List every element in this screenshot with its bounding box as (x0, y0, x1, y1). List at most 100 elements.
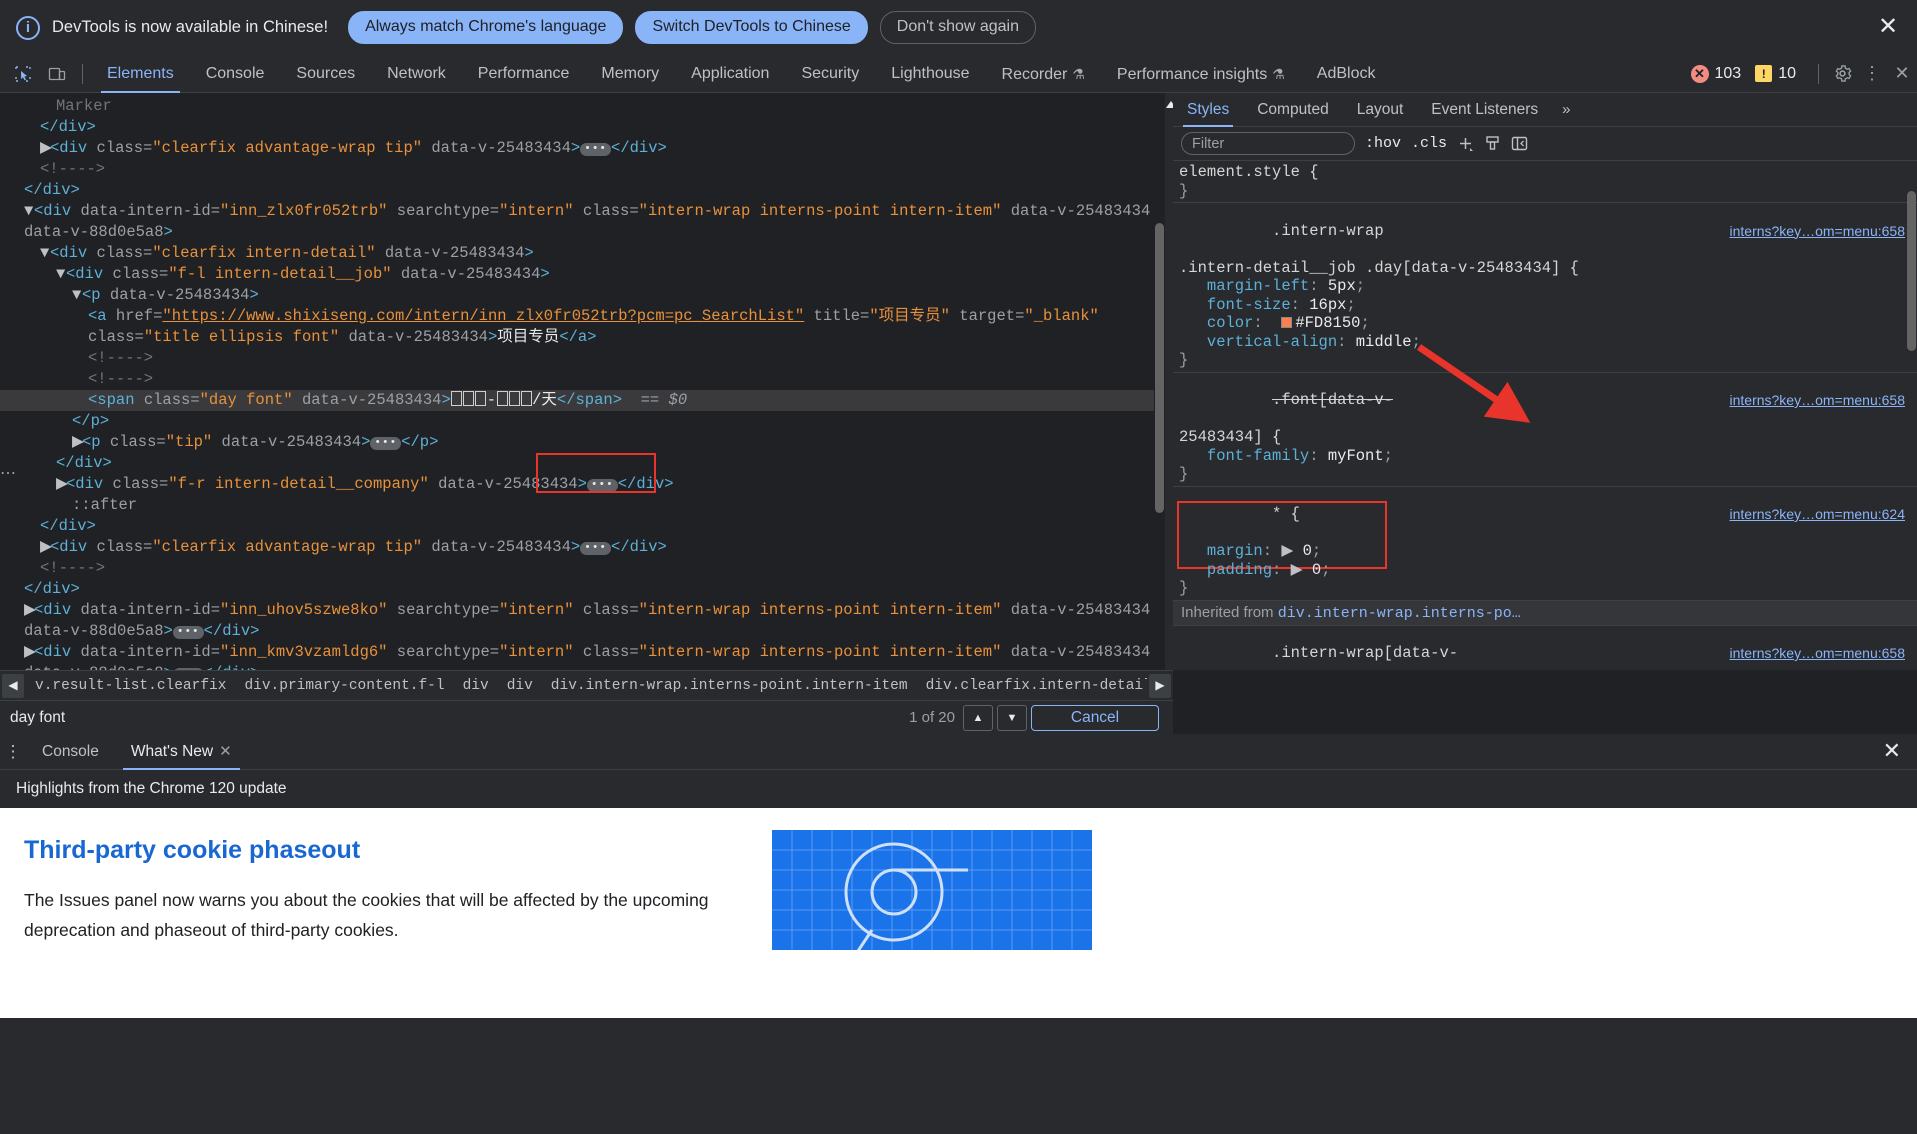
tab-console[interactable]: Console (190, 55, 281, 93)
kebab-menu-icon[interactable]: ⋮ (1857, 59, 1887, 89)
drawer-tab-whats-new[interactable]: What's New ✕ (115, 734, 248, 770)
rule-intern-wrap[interactable]: .intern-wrap[data-v-interns?key…om=menu:… (1173, 626, 1917, 671)
css-property[interactable]: margin-left (1207, 277, 1309, 295)
tab-elements[interactable]: Elements (91, 55, 190, 93)
css-value[interactable]: 16px (1309, 296, 1346, 314)
tab-performance-insights[interactable]: Performance insights ⚗ (1101, 55, 1301, 93)
tab-styles[interactable]: Styles (1173, 93, 1243, 127)
dom-node-row[interactable]: </div> (0, 516, 1165, 537)
breadcrumb-item[interactable]: v.result-list.clearfix (26, 671, 235, 700)
switch-to-chinese-button[interactable]: Switch DevTools to Chinese (635, 11, 868, 44)
tab-lighthouse[interactable]: Lighthouse (875, 55, 985, 93)
tab-recorder[interactable]: Recorder ⚗ (986, 55, 1101, 93)
dom-node-row[interactable]: ▶<p class="tip" data-v-25483434> ••• </p> (0, 432, 1165, 453)
declaration-padding[interactable]: padding: ▶ 0; (1173, 561, 1917, 580)
rule-selector[interactable]: element.style { (1173, 163, 1917, 182)
rule-selector[interactable]: * {interns?key…om=menu:624 (1173, 487, 1917, 543)
css-value[interactable]: 0 (1312, 561, 1321, 579)
rule-selector[interactable]: .intern-wrap interns?key…om=menu:658 (1173, 203, 1917, 259)
dom-node-row[interactable]: data-v-88d0e5a8> (0, 222, 1165, 243)
tab-application[interactable]: Application (675, 55, 785, 93)
dom-scrollbar[interactable] (1154, 93, 1165, 670)
dom-search-input[interactable] (0, 708, 910, 727)
tab-sources[interactable]: Sources (280, 55, 371, 93)
rule-selector[interactable]: .font[data-v-interns?key…om=menu:658 (1173, 373, 1917, 429)
dom-node-row[interactable]: ▶<div data-intern-id="inn_uhov5szwe8ko" … (0, 600, 1165, 621)
rule-selector[interactable]: .intern-wrap[data-v-interns?key…om=menu:… (1173, 626, 1917, 671)
styles-filter-input[interactable] (1181, 132, 1355, 155)
dom-node-row[interactable]: </div> (0, 117, 1165, 138)
rule-source-link[interactable]: interns?key…om=menu:624 (1730, 505, 1906, 524)
device-toolbar-icon[interactable] (40, 59, 74, 89)
close-drawer-icon[interactable]: ✕ (1883, 740, 1901, 762)
css-value[interactable]: 0 (1303, 542, 1312, 560)
tab-security[interactable]: Security (785, 55, 875, 93)
tab-event-listeners[interactable]: Event Listeners (1417, 93, 1552, 127)
color-swatch[interactable] (1281, 317, 1293, 328)
hover-state-button[interactable]: :hov (1365, 135, 1401, 152)
css-value[interactable]: 5px (1328, 277, 1356, 295)
declaration-color[interactable]: color: #FD8150; (1173, 314, 1917, 333)
tab-adblock[interactable]: AdBlock (1301, 55, 1392, 93)
dont-show-again-button[interactable]: Don't show again (879, 11, 1037, 44)
css-value[interactable]: middle (1356, 333, 1412, 351)
dom-node-row[interactable]: </div> (0, 579, 1165, 600)
declaration-font-family[interactable]: font-family: myFont; (1173, 447, 1917, 466)
dom-node-row[interactable]: <!----> (0, 348, 1165, 369)
tab-memory[interactable]: Memory (585, 55, 675, 93)
breadcrumb-prev-icon[interactable]: ◀ (2, 673, 24, 698)
tab-performance[interactable]: Performance (462, 55, 586, 93)
dom-node-row[interactable]: ::after (0, 495, 1165, 516)
close-devtools-icon[interactable]: ✕ (1887, 59, 1917, 89)
gear-icon[interactable] (1827, 59, 1857, 89)
close-tab-icon[interactable]: ✕ (219, 743, 232, 760)
dom-node-row[interactable]: ▼<div class="f-l intern-detail__job" dat… (0, 264, 1165, 285)
inspect-cursor-icon[interactable] (6, 59, 40, 89)
tab-network[interactable]: Network (371, 55, 462, 93)
declaration-font-size[interactable]: font-size: 16px; (1173, 296, 1917, 315)
breadcrumb-item[interactable]: div.intern-wrap.interns-point.intern-ite… (542, 671, 917, 700)
dom-node-row[interactable]: ▼<p data-v-25483434> (0, 285, 1165, 306)
styles-rules-list[interactable]: element.style { } .intern-wrap interns?ke… (1173, 161, 1917, 670)
dom-node-row-selected[interactable]: <span class="day font" data-v-25483434> -… (0, 390, 1165, 411)
close-notification-icon[interactable]: ✕ (1877, 14, 1899, 39)
dom-node-row[interactable]: ▼<div data-intern-id="inn_zlx0fr052trb" … (0, 201, 1165, 222)
styles-scrollbar[interactable] (1906, 161, 1917, 670)
declaration-margin-left[interactable]: margin-left: 5px; (1173, 277, 1917, 296)
paintbrush-icon[interactable] (1484, 135, 1501, 152)
dom-node-row[interactable]: <!----> (0, 558, 1165, 579)
dom-node-row[interactable]: data-v-88d0e5a8>•••</div> (0, 663, 1165, 670)
dom-node-row[interactable]: ▶<div class="f-r intern-detail__company"… (0, 474, 1165, 495)
declaration-margin[interactable]: margin: ▶ 0; (1173, 542, 1917, 561)
dom-node-row[interactable]: data-v-88d0e5a8>•••</div> (0, 621, 1165, 642)
dom-node-row[interactable]: <!----> (0, 369, 1165, 390)
rule-element-style[interactable]: element.style { } (1173, 163, 1917, 203)
breadcrumb-item[interactable]: div (454, 671, 498, 700)
drawer-menu-icon[interactable]: ⋮ (0, 743, 26, 760)
search-next-button[interactable]: ▼ (997, 704, 1027, 731)
css-property[interactable]: padding (1207, 561, 1272, 579)
plus-icon[interactable] (1457, 135, 1474, 152)
rule-font-family[interactable]: .font[data-v-interns?key…om=menu:658 254… (1173, 373, 1917, 569)
css-value[interactable]: #FD8150 (1295, 314, 1360, 332)
dom-node-row[interactable]: <!----> (0, 159, 1165, 180)
search-prev-button[interactable]: ▲ (963, 704, 993, 731)
rule-selector-cont[interactable]: 25483434] { (1173, 428, 1917, 447)
css-property[interactable]: font-family (1207, 447, 1309, 465)
dom-node-row[interactable]: </div> (0, 180, 1165, 201)
css-property[interactable]: color (1207, 314, 1254, 332)
dom-node-row[interactable]: class="title ellipsis font" data-v-25483… (0, 327, 1165, 348)
css-property[interactable]: vertical-align (1207, 333, 1337, 351)
breadcrumb-item[interactable]: div.primary-content.f-l (235, 671, 453, 700)
drawer-tab-console[interactable]: Console (26, 734, 115, 770)
dom-node-row[interactable]: </p> (0, 411, 1165, 432)
dom-node-row[interactable]: ▶<div class="clearfix advantage-wrap tip… (0, 537, 1165, 558)
dom-node-row[interactable]: Marker (0, 96, 1165, 117)
search-cancel-button[interactable]: Cancel (1031, 704, 1159, 731)
dom-node-row[interactable]: ▼<div class="clearfix intern-detail" dat… (0, 243, 1165, 264)
css-property[interactable]: margin (1207, 542, 1263, 560)
tab-computed[interactable]: Computed (1243, 93, 1343, 127)
dom-tree[interactable]: Marker </div> ▶<div class="clearfix advant… (0, 93, 1165, 670)
rule-day[interactable]: .intern-wrap interns?key…om=menu:658 .int… (1173, 203, 1917, 373)
css-property[interactable]: font-size (1207, 296, 1291, 314)
